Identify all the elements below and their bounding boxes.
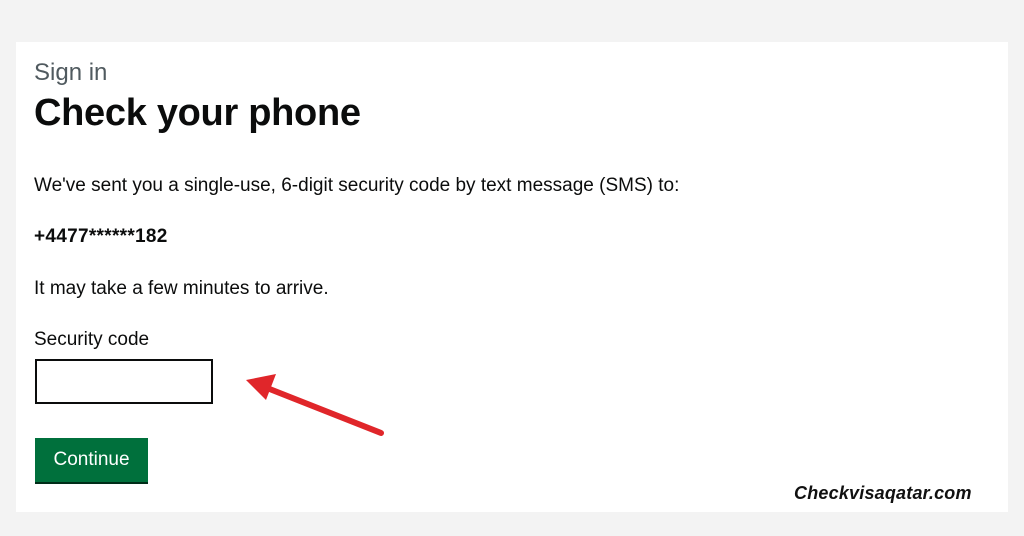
page-title: Check your phone	[34, 92, 361, 134]
arrival-note: It may take a few minutes to arrive.	[34, 278, 329, 299]
sms-sent-message: We've sent you a single-use, 6-digit sec…	[34, 175, 680, 196]
masked-phone-number: +4477******182	[34, 226, 168, 247]
red-arrow-icon	[246, 374, 384, 436]
continue-button[interactable]: Continue	[35, 438, 148, 484]
security-code-input[interactable]	[35, 359, 213, 404]
page-caption: Sign in	[34, 59, 108, 86]
security-code-label: Security code	[34, 329, 150, 350]
watermark-text: Checkvisaqatar.com	[794, 483, 972, 503]
